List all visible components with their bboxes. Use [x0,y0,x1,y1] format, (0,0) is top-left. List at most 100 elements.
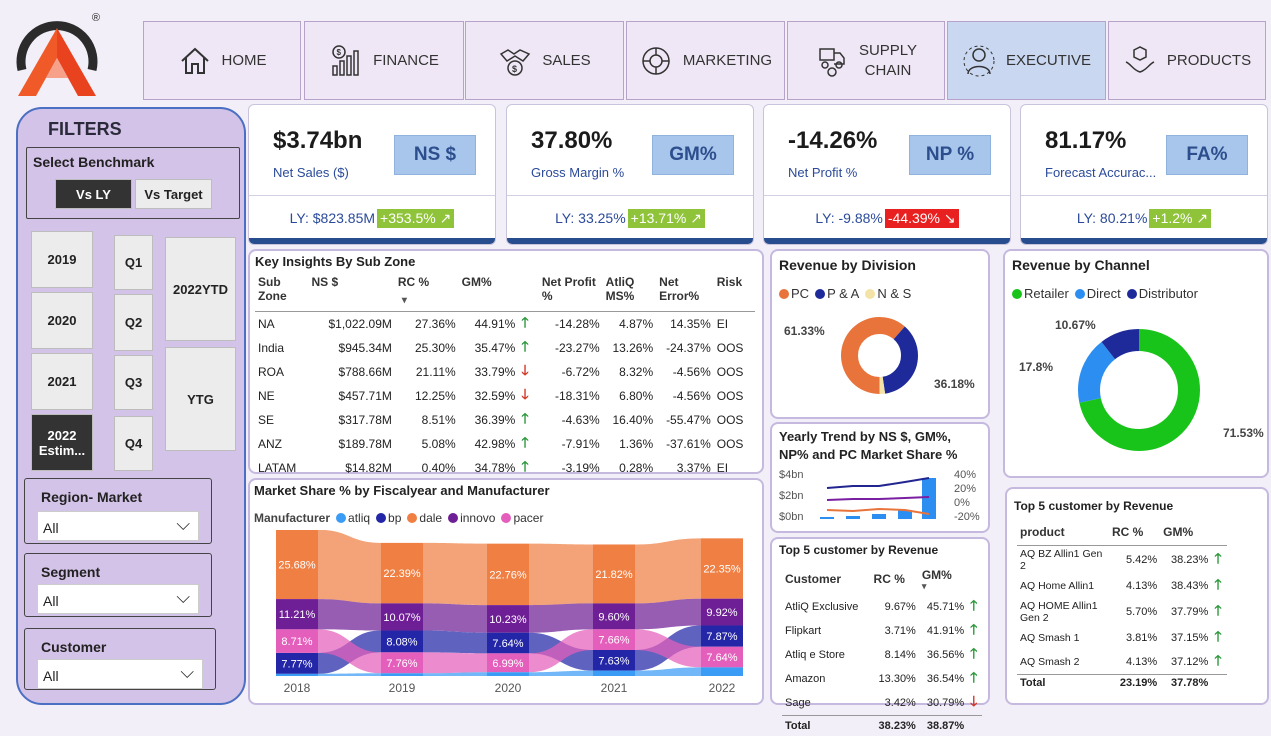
key-insights-table: Sub Zone NS $ RC % ▾ GM% Net Profit % Atl… [255,275,755,505]
table-row[interactable]: SE $317.78M 8.51% 36.39% 🡑 -4.63% 16.40% -55.47… [255,408,755,432]
table-row[interactable]: AQ HOME Allin1 Gen 2 5.70% 37.79% 🡑 [1017,598,1227,626]
ytd-button[interactable]: 2022YTD [165,237,236,341]
col-risk[interactable]: Risk [714,275,755,311]
nav-supply-chain[interactable]: SUPPLY CHAIN [787,21,945,100]
cell-trend: 🡑 [967,667,982,691]
cell-zone: ROA [258,364,285,379]
ribbon-dale [635,538,701,604]
cell-trend: 🡑 [1211,574,1227,598]
cell-gm: 38.43% [1171,579,1209,592]
trend-np-line [826,507,930,515]
cell-net-profit: -23.27% [554,340,600,355]
cell-net-profit: -4.63% [561,412,600,427]
q2-button[interactable]: Q2 [114,294,153,351]
col-rc[interactable]: RC % ▾ [395,275,459,311]
col-gm[interactable]: GM% [459,275,519,311]
col-net-profit[interactable]: Net Profit % [539,275,603,311]
top5-customer-table: Customer RC % GM% ▾ AtliQ Exclusive 9.67% 4… [782,563,982,736]
customer-dropdown[interactable]: All ⌵ [37,659,203,689]
vs-ly-button[interactable]: Vs LY [55,179,132,209]
q1-button[interactable]: Q1 [114,235,153,290]
kpi-footer: LY: 80.21% +1.2% ↗ [1021,195,1267,240]
cell-trend: 🡑 [1211,598,1227,626]
table-row[interactable]: India $945.34M 25.30% 35.47% 🡑 -23.27% 13.26% -… [255,336,755,360]
cell-net-error: -4.56% [672,388,711,403]
bar-atliq-2018[interactable] [276,673,318,676]
table-row[interactable]: NE $457.71M 12.25% 32.59% 🡓 -18.31% 6.80% -4.56… [255,384,755,408]
q4-button[interactable]: Q4 [114,416,153,471]
table-row[interactable]: AQ Smash 1 3.81% 37.15% 🡑 [1017,626,1227,650]
year-2021-button[interactable]: 2021 [31,353,93,410]
kpi-ly: LY: $823.85M [289,210,376,226]
year-2019-button[interactable]: 2019 [31,231,93,288]
table-row[interactable]: LATAM $14.82M 0.40% 34.78% 🡑 -3.19% 0.28% 3.37%… [255,456,755,481]
col-rc[interactable]: RC % [871,563,919,595]
nav-finance-label: FINANCE [373,51,439,69]
nav-executive[interactable]: EXECUTIVE [947,21,1106,100]
cell-rc: 13.30% [878,673,916,685]
col-gm[interactable]: GM% [1160,519,1211,545]
col-ns[interactable]: NS $ [308,275,394,311]
ribbon-innovo [423,603,487,633]
col-atliq-ms[interactable]: AtliQ MS% [603,275,656,311]
kpi-footer: LY: 33.25% +13.71% ↗ [507,195,753,240]
top5-product-title: Top 5 customer by Revenue [1014,499,1174,513]
bar-atliq-2020[interactable] [487,672,529,676]
table-row[interactable]: AQ BZ Allin1 Gen 2 5.42% 38.23% 🡑 [1017,545,1227,574]
nav-products[interactable]: PRODUCTS [1108,21,1266,100]
col-sub-zone[interactable]: Sub Zone [255,275,308,311]
table-row[interactable]: Amazon 13.30% 36.54% 🡑 [782,667,982,691]
trend-left-tick: $2bn [779,490,804,502]
nav-finance[interactable]: $ FINANCE [304,21,464,100]
kpi-tag: FA% [1166,135,1248,175]
kpi-ly: LY: 33.25% [555,210,626,226]
cell-gm-trend: 🡑 [518,456,539,481]
table-row[interactable]: Atliq e Store 8.14% 36.56% 🡑 [782,643,982,667]
col-net-error[interactable]: Net Error% [656,275,714,311]
arrow-down-icon: 🡓 [521,361,529,378]
table-row[interactable]: Flipkart 3.71% 41.91% 🡑 [782,619,982,643]
table-row[interactable]: AtliQ Exclusive 9.67% 45.71% 🡑 [782,595,982,619]
chevron-down-icon: ⌵ [176,514,190,534]
table-row[interactable]: ROA $788.66M 21.11% 33.79% 🡓 -6.72% 8.32% -4.56… [255,360,755,384]
col-rc[interactable]: RC % [1109,519,1160,545]
cell-gm: 34.78% [474,460,516,475]
col-product[interactable]: product [1017,519,1109,545]
sales-icon: $ [500,48,531,76]
channel-title: Revenue by Channel [1012,257,1150,273]
data-label: 7.87% [706,631,737,643]
arrow-up-icon: 🡑 [1214,651,1222,668]
region-dropdown-value: All [43,520,59,536]
kpi-net-profit: -14.26% Net Profit % NP % LY: -9.88% -44.… [763,104,1011,245]
segment-dropdown[interactable]: All ⌵ [37,584,199,614]
region-dropdown[interactable]: All ⌵ [37,511,199,541]
top5-customer-title: Top 5 customer by Revenue [779,543,939,557]
kpi-bottom-bar [1021,238,1267,244]
ytg-button[interactable]: YTG [165,347,236,451]
year-2022-button[interactable]: 2022 Estim... [31,414,93,471]
cell-trend [967,716,982,736]
nav-sales[interactable]: $ SALES [465,21,624,100]
table-row[interactable]: ANZ $189.78M 5.08% 42.98% 🡑 -7.91% 1.36% -37.61… [255,432,755,456]
year-2020-button[interactable]: 2020 [31,292,93,349]
q3-button[interactable]: Q3 [114,355,153,410]
arrow-up-icon: 🡑 [521,313,529,330]
nav-marketing[interactable]: MARKETING [626,21,785,100]
bar-atliq-2022[interactable] [701,667,743,676]
col-customer[interactable]: Customer [782,563,871,595]
kpi-label: Gross Margin % [531,165,625,180]
vs-target-button[interactable]: Vs Target [135,179,212,209]
sort-desc-icon: ▾ [401,295,407,306]
cell-trend: 🡑 [967,595,982,619]
table-row[interactable]: NA $1,022.09M 27.36% 44.91% 🡑 -14.28% 4.87% 14.… [255,311,755,336]
bar-atliq-2021[interactable] [593,670,635,676]
table-row[interactable]: Sage 3.42% 30.79% 🡓 [782,691,982,716]
bar-atliq-2019[interactable] [381,673,423,676]
col-gm[interactable]: GM% ▾ [919,563,967,595]
nav-home[interactable]: HOME [143,21,301,100]
division-label-pa: 36.18% [934,377,975,391]
cell-rc: 3.42% [884,697,916,709]
cell-risk: EI [716,316,729,331]
table-row[interactable]: AQ Home Allin1 4.13% 38.43% 🡑 [1017,574,1227,598]
table-row[interactable]: AQ Smash 2 4.13% 37.12% 🡑 [1017,650,1227,675]
